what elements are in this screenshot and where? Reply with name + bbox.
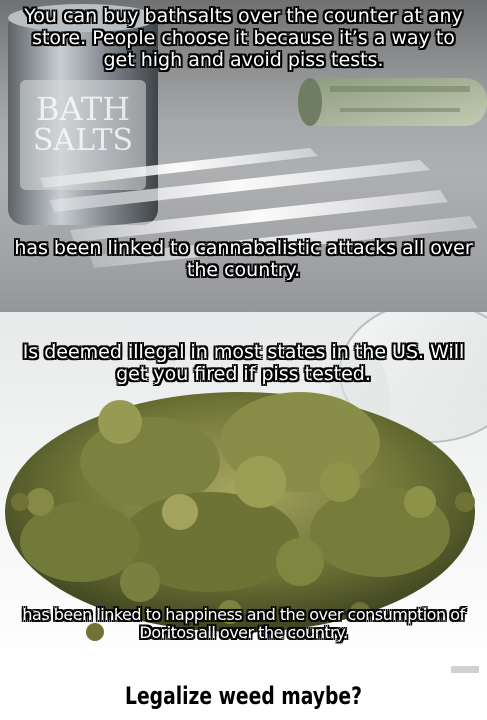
rolled-dollar-bill	[298, 78, 487, 126]
bottom-caption-illegal: Is deemed illegal in most states in the …	[22, 341, 465, 385]
footer-slogan: Legalize weed maybe?	[125, 682, 362, 710]
cannabis-photo-panel: Is deemed illegal in most states in the …	[0, 312, 487, 676]
top-caption-cannibalistic-attacks: has been linked to cannabalistic attacks…	[14, 237, 473, 281]
bath-salts-photo-panel: BATH SALTS You can buy bathsalts over th…	[0, 0, 487, 312]
top-caption-bath-salts-availability: You can buy bathsalts over the counter a…	[24, 5, 463, 71]
cannabis-bud-pile	[5, 392, 475, 641]
bottom-caption-happiness-doritos: has been linked to happiness and the ove…	[22, 605, 465, 643]
svg-text:SALTS: SALTS	[33, 123, 133, 158]
watermark-badge	[451, 666, 479, 673]
